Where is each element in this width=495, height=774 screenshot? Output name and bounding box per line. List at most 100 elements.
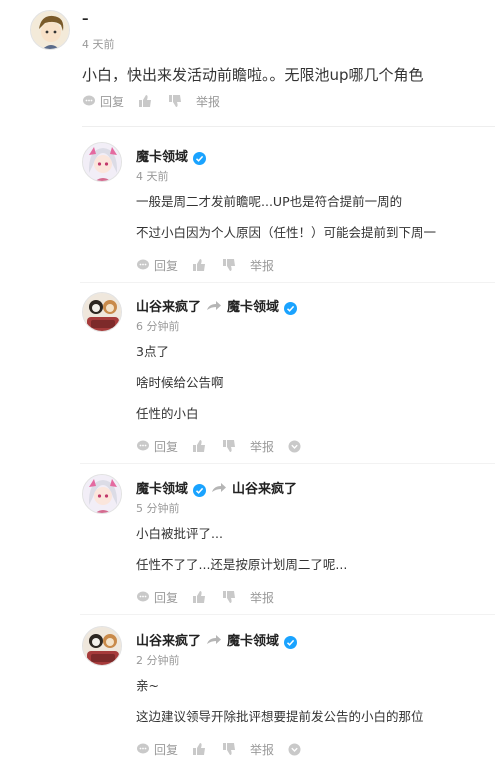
like-button[interactable] bbox=[192, 439, 206, 453]
reply-text-line: 啥时候给公告啊 bbox=[136, 375, 224, 390]
thumbs-up-icon bbox=[193, 259, 206, 271]
checkmark-icon bbox=[287, 639, 295, 646]
verified-badge bbox=[193, 484, 207, 497]
timestamp: 5 分钟前 bbox=[136, 502, 180, 515]
reply-to-username[interactable]: 魔卡领域 bbox=[227, 300, 279, 315]
dogs-avatar-icon bbox=[83, 627, 121, 665]
report-label: 举报 bbox=[250, 439, 275, 454]
checkmark-icon bbox=[195, 155, 204, 162]
reply-arrow bbox=[206, 634, 222, 650]
speech-bubble-icon bbox=[137, 591, 149, 602]
reply-button[interactable]: 回复 bbox=[136, 438, 178, 455]
report-label: 举报 bbox=[250, 742, 275, 757]
report-button[interactable]: 举报 bbox=[250, 438, 274, 455]
like-button[interactable] bbox=[192, 258, 206, 272]
speech-bubble-icon bbox=[137, 259, 149, 270]
reply-label: 回复 bbox=[154, 258, 179, 273]
timestamp: 4 天前 bbox=[136, 170, 169, 183]
more-options-button[interactable] bbox=[288, 743, 301, 756]
reply-label: 回复 bbox=[100, 94, 125, 109]
reply-label: 回复 bbox=[154, 439, 179, 454]
divider bbox=[82, 126, 495, 127]
reply-label: 回复 bbox=[154, 742, 179, 757]
thumbs-down-icon bbox=[223, 440, 236, 452]
thumbs-down-icon bbox=[223, 743, 236, 755]
thumbs-down-icon bbox=[223, 591, 236, 603]
avatar[interactable] bbox=[82, 474, 122, 514]
dislike-button[interactable] bbox=[222, 439, 236, 453]
username[interactable]: – bbox=[82, 12, 89, 27]
report-label: 举报 bbox=[250, 258, 275, 273]
reply-actions: 回复 举报 bbox=[136, 256, 274, 274]
reply-text-line: 这边建议领导开除批评想要提前发公告的小白的那位 bbox=[136, 709, 424, 724]
thumbs-down-icon bbox=[169, 95, 182, 107]
reply-to-username[interactable]: 魔卡领域 bbox=[227, 634, 279, 649]
checkmark-icon bbox=[287, 305, 295, 312]
thumbs-up-icon bbox=[193, 591, 206, 603]
reply-arrow-icon bbox=[212, 483, 227, 492]
like-button[interactable] bbox=[138, 94, 152, 108]
dogs-avatar-icon bbox=[83, 293, 121, 331]
reply-text-line: 任性的小白 bbox=[136, 406, 199, 421]
comment-actions: 回复 举报 bbox=[82, 92, 220, 110]
chevron-down-circle-icon bbox=[288, 440, 301, 452]
reply-arrow bbox=[206, 300, 222, 316]
reply-button[interactable]: 回复 bbox=[82, 93, 124, 110]
reply-text-line: 亲~ bbox=[136, 678, 159, 693]
thumbs-down-icon bbox=[223, 259, 236, 271]
comment-thread: – 4 天前 小白，快出来发活动前瞻啦。。无限池up哪几个角色 回复 举报 魔卡… bbox=[0, 0, 495, 774]
chevron-down-circle-icon bbox=[288, 743, 301, 755]
reply-to-username[interactable]: 山谷来疯了 bbox=[232, 482, 297, 497]
avatar[interactable] bbox=[30, 10, 70, 50]
speech-bubble-icon bbox=[83, 95, 95, 106]
speech-bubble-icon bbox=[137, 440, 149, 451]
verified-badge bbox=[284, 302, 298, 315]
report-button[interactable]: 举报 bbox=[250, 741, 274, 758]
divider bbox=[80, 614, 495, 615]
comment-text: 小白，快出来发活动前瞻啦。。无限池up哪几个角色 bbox=[82, 66, 424, 84]
timestamp: 4 天前 bbox=[82, 38, 115, 51]
anime-girl-avatar-icon bbox=[83, 475, 121, 513]
report-button[interactable]: 举报 bbox=[196, 93, 220, 110]
more-options-button[interactable] bbox=[288, 440, 301, 453]
reply-username[interactable]: 山谷来疯了 bbox=[136, 634, 201, 649]
dislike-button[interactable] bbox=[222, 258, 236, 272]
thumbs-up-icon bbox=[139, 95, 152, 107]
verified-badge bbox=[284, 636, 298, 649]
reply-arrow-icon bbox=[207, 635, 222, 644]
like-button[interactable] bbox=[192, 742, 206, 756]
reply-button[interactable]: 回复 bbox=[136, 741, 178, 758]
reply-text-line: 任性不了了...还是按原计划周二了呢... bbox=[136, 557, 348, 572]
report-label: 举报 bbox=[196, 94, 221, 109]
reply-header: 山谷来疯了 魔卡领域 bbox=[136, 630, 298, 650]
reply-username[interactable]: 山谷来疯了 bbox=[136, 300, 201, 315]
timestamp: 6 分钟前 bbox=[136, 320, 180, 333]
reply-button[interactable]: 回复 bbox=[136, 257, 178, 274]
anime-boy-avatar-icon bbox=[31, 11, 69, 49]
avatar[interactable] bbox=[82, 626, 122, 666]
reply-actions: 回复 举报 bbox=[136, 740, 301, 758]
report-button[interactable]: 举报 bbox=[250, 589, 274, 606]
report-button[interactable]: 举报 bbox=[250, 257, 274, 274]
dislike-button[interactable] bbox=[168, 94, 182, 108]
reply-actions: 回复 举报 bbox=[136, 437, 301, 455]
divider bbox=[80, 463, 495, 464]
dislike-button[interactable] bbox=[222, 590, 236, 604]
like-button[interactable] bbox=[192, 590, 206, 604]
dislike-button[interactable] bbox=[222, 742, 236, 756]
thumbs-up-icon bbox=[193, 440, 206, 452]
reply-username[interactable]: 魔卡领域 bbox=[136, 482, 188, 497]
reply-arrow-icon bbox=[207, 301, 222, 310]
avatar[interactable] bbox=[82, 292, 122, 332]
thumbs-up-icon bbox=[193, 743, 206, 755]
reply-username[interactable]: 魔卡领域 bbox=[136, 150, 188, 165]
reply-label: 回复 bbox=[154, 590, 179, 605]
report-label: 举报 bbox=[250, 590, 275, 605]
reply-text-line: 3点了 bbox=[136, 344, 169, 359]
reply-actions: 回复 举报 bbox=[136, 588, 274, 606]
avatar[interactable] bbox=[82, 142, 122, 182]
reply-arrow bbox=[211, 482, 227, 498]
verified-badge bbox=[193, 152, 207, 165]
reply-button[interactable]: 回复 bbox=[136, 589, 178, 606]
divider bbox=[80, 282, 495, 283]
